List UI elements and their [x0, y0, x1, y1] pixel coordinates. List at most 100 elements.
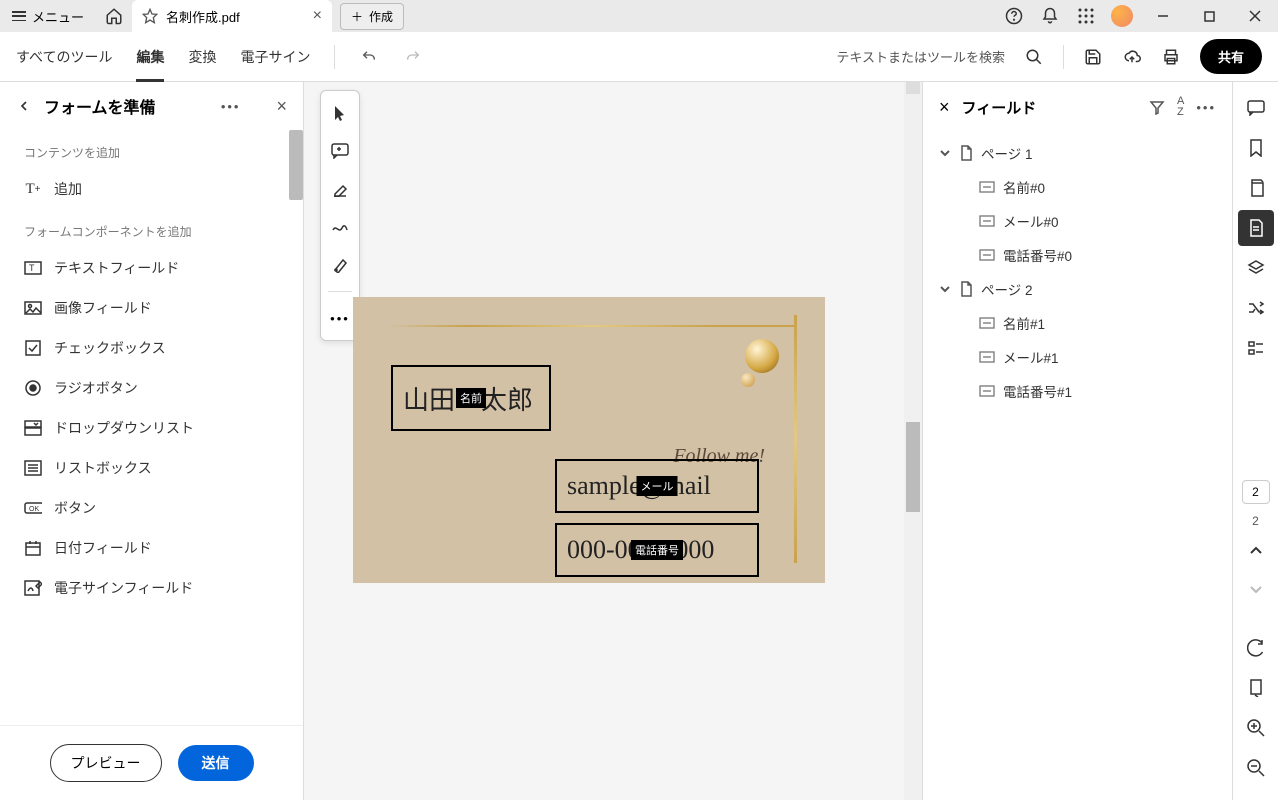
select-tool[interactable]	[324, 97, 356, 129]
more-tools[interactable]: •••	[324, 302, 356, 334]
close-panel-icon[interactable]: ×	[276, 96, 287, 117]
comp-esign[interactable]: 電子サインフィールド	[8, 568, 295, 608]
chevron-down-icon	[939, 283, 951, 295]
search-button[interactable]	[1025, 48, 1043, 66]
tab-all-tools[interactable]: すべてのツール	[16, 33, 112, 81]
tree-field-name0[interactable]: 名前#0	[931, 170, 1224, 204]
qt-copy[interactable]	[1238, 170, 1274, 206]
menu-button[interactable]: メニュー	[0, 0, 96, 32]
form-field-phone[interactable]: 000-0000-000 電話番号	[555, 523, 759, 577]
quick-tools-panel: 2 2	[1232, 82, 1278, 800]
search-icon	[1025, 48, 1043, 66]
close-tab-icon[interactable]: ×	[313, 7, 322, 25]
qt-outline[interactable]	[1238, 330, 1274, 366]
page-total: 2	[1252, 514, 1259, 528]
field-label-name: 名前	[456, 388, 486, 408]
qt-page-fit[interactable]	[1238, 670, 1274, 706]
notification-button[interactable]	[1032, 0, 1068, 32]
comp-checkbox[interactable]: チェックボックス	[8, 328, 295, 368]
preview-button[interactable]: プレビュー	[50, 744, 162, 782]
filter-icon	[1149, 99, 1165, 115]
add-text-icon: T+	[24, 180, 42, 198]
more-icon[interactable]: •••	[1196, 100, 1216, 115]
field-label-mail: メール	[637, 476, 678, 496]
shuffle-icon	[1247, 300, 1265, 316]
business-card: Follow me! 山田 太郎 名前 sample@mail メール 000-…	[353, 297, 825, 583]
tree-field-mail0[interactable]: メール#0	[931, 204, 1224, 238]
share-button[interactable]: 共有	[1200, 39, 1262, 74]
chevron-up-icon	[1249, 545, 1263, 555]
tab-esign[interactable]: 電子サイン	[240, 33, 310, 81]
create-label: 作成	[369, 8, 393, 25]
bookmark-icon	[1249, 139, 1263, 157]
comp-listbox[interactable]: リストボックス	[8, 448, 295, 488]
page-down[interactable]	[1238, 572, 1274, 608]
maximize-button[interactable]	[1186, 0, 1232, 32]
tab-edit[interactable]: 編集	[136, 33, 164, 81]
qt-layers[interactable]	[1238, 250, 1274, 286]
qt-zoom-in[interactable]	[1238, 710, 1274, 746]
tab-convert[interactable]: 変換	[188, 33, 216, 81]
canvas[interactable]: ••• Follow me! 山田 太郎 名前 sample@mail メール …	[304, 82, 922, 800]
qt-rotate[interactable]	[1238, 630, 1274, 666]
comp-image-field[interactable]: 画像フィールド	[8, 288, 295, 328]
toolbar-separator	[328, 291, 352, 292]
apps-button[interactable]	[1068, 0, 1104, 32]
fields-title: フィールド	[962, 97, 1137, 118]
help-icon	[1005, 7, 1023, 25]
field-icon	[979, 317, 995, 329]
tree-field-mail1[interactable]: メール#1	[931, 340, 1224, 374]
save-button[interactable]	[1084, 48, 1102, 66]
tree-field-name1[interactable]: 名前#1	[931, 306, 1224, 340]
back-icon[interactable]	[16, 98, 32, 114]
canvas-scrollbar[interactable]	[904, 82, 922, 800]
comp-dropdown[interactable]: ドロップダウンリスト	[8, 408, 295, 448]
titlebar: メニュー 名刺作成.pdf × ＋ 作成	[0, 0, 1278, 32]
document-tab[interactable]: 名刺作成.pdf ×	[132, 0, 332, 32]
send-button[interactable]: 送信	[178, 745, 254, 781]
search-placeholder: テキストまたはツールを検索	[836, 47, 1005, 66]
filter-button[interactable]	[1149, 99, 1165, 115]
draw-tool[interactable]	[324, 211, 356, 243]
highlight-tool[interactable]	[324, 173, 356, 205]
left-scrollbar[interactable]	[289, 130, 303, 200]
page-up[interactable]	[1238, 532, 1274, 568]
cloud-button[interactable]	[1122, 48, 1142, 66]
comp-radio[interactable]: ラジオボタン	[8, 368, 295, 408]
account-button[interactable]	[1104, 0, 1140, 32]
qt-zoom-out[interactable]	[1238, 750, 1274, 786]
field-icon	[979, 181, 995, 193]
undo-button[interactable]	[359, 49, 379, 65]
add-text-item[interactable]: T+ 追加	[8, 169, 295, 209]
page-icon	[1249, 219, 1263, 237]
form-field-mail[interactable]: sample@mail メール	[555, 459, 759, 513]
qt-fields[interactable]	[1238, 210, 1274, 246]
tree-field-phone0[interactable]: 電話番号#0	[931, 238, 1224, 272]
sort-button[interactable]: AZ	[1177, 96, 1184, 118]
home-button[interactable]	[96, 0, 132, 32]
close-button[interactable]	[1232, 0, 1278, 32]
tree-page-2[interactable]: ページ 2	[931, 272, 1224, 306]
redo-button[interactable]	[403, 49, 423, 65]
more-icon[interactable]: •••	[221, 99, 241, 114]
qt-bookmark[interactable]	[1238, 130, 1274, 166]
create-button[interactable]: ＋ 作成	[340, 3, 404, 30]
close-fields-icon[interactable]: ×	[939, 97, 950, 118]
page-current[interactable]: 2	[1242, 480, 1270, 504]
comp-date[interactable]: 日付フィールド	[8, 528, 295, 568]
minimize-button[interactable]	[1140, 0, 1186, 32]
layers-icon	[1247, 259, 1265, 277]
comp-button[interactable]: OKボタン	[8, 488, 295, 528]
field-icon	[979, 351, 995, 363]
zoom-in-icon	[1247, 719, 1265, 737]
qt-shuffle[interactable]	[1238, 290, 1274, 326]
tree-field-phone1[interactable]: 電話番号#1	[931, 374, 1224, 408]
help-button[interactable]	[996, 0, 1032, 32]
sign-tool[interactable]	[324, 249, 356, 281]
tree-page-1[interactable]: ページ 1	[931, 136, 1224, 170]
print-button[interactable]	[1162, 48, 1180, 66]
comment-tool[interactable]	[324, 135, 356, 167]
qt-comment[interactable]	[1238, 90, 1274, 126]
form-field-name[interactable]: 山田 太郎 名前	[391, 365, 551, 431]
comp-text-field[interactable]: Tテキストフィールド	[8, 248, 295, 288]
